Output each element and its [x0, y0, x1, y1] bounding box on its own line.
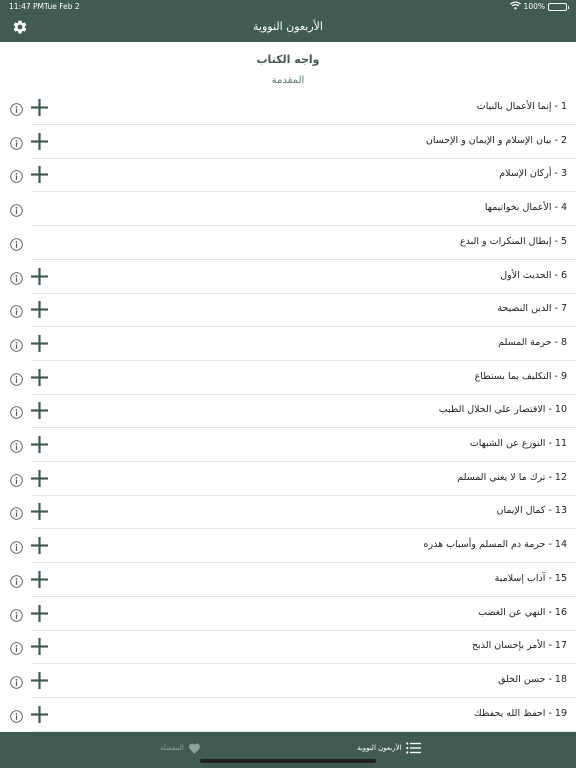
hadith-title: 13 - كمال الإيمان — [496, 505, 567, 517]
tab-forty-hadith-label: الأربعون النووية — [357, 744, 402, 752]
hadith-title: 3 - أركان الإسلام — [499, 168, 567, 180]
section-title: واجه الكتاب — [256, 53, 320, 66]
status-date: Tue Feb 2 — [44, 2, 80, 11]
hadith-title: 8 - حرمة المسلم — [498, 336, 567, 348]
hadith-title: 16 - النهي عن الغضب — [478, 606, 567, 618]
info-icon[interactable] — [10, 505, 23, 521]
info-icon[interactable] — [10, 135, 23, 150]
info-icon[interactable] — [10, 674, 23, 689]
info-icon[interactable] — [10, 404, 23, 420]
add-icon[interactable] — [30, 132, 49, 151]
hadith-title: 6 - الحديث الأول — [500, 269, 567, 281]
add-icon[interactable] — [30, 98, 49, 117]
hadith-title: 5 - إبطال المنكرات و البدع — [459, 235, 567, 247]
hadith-row[interactable]: 4 - الأعمال بخواتيمها — [0, 192, 576, 227]
hadith-row[interactable]: 17 - الأمر بإحسان الذبح — [0, 630, 576, 665]
nav-title: الأربعون النووية — [253, 20, 323, 33]
add-icon[interactable] — [30, 536, 49, 555]
hadith-title: 14 - حرمة دم المسلم وأسباب هدره — [423, 539, 567, 551]
tab-favorites[interactable]: المفضلة — [160, 738, 201, 758]
battery-icon — [548, 2, 569, 11]
hadith-title: 11 - التورع عن الشبهات — [469, 438, 567, 449]
info-icon[interactable] — [10, 270, 23, 285]
info-icon[interactable] — [10, 438, 23, 453]
hadith-row[interactable]: 12 - ترك ما لا يعني المسلم — [0, 462, 576, 496]
status-time: 11:47 PM — [9, 2, 44, 11]
hadith-row[interactable]: 19 - احفظ الله يحفظك — [0, 698, 576, 732]
add-icon[interactable] — [30, 435, 49, 454]
info-icon[interactable] — [10, 640, 23, 655]
add-icon[interactable] — [30, 401, 49, 420]
battery-percent: 100% — [523, 2, 545, 11]
hadith-title: 7 - الدين النصيحة — [497, 303, 567, 315]
list-icon — [405, 742, 421, 754]
add-icon[interactable] — [30, 637, 49, 656]
hadith-row[interactable]: 3 - أركان الإسلام — [0, 158, 576, 193]
hadith-row[interactable]: 13 - كمال الإيمان — [0, 495, 576, 530]
status-right: 100% — [509, 1, 569, 12]
hadith-row[interactable]: 5 - إبطال المنكرات و البدع — [0, 226, 576, 260]
info-icon[interactable] — [10, 539, 23, 554]
hadith-row[interactable]: 1 - إنما الأعمال بالنيات — [0, 91, 576, 125]
hadith-list-view[interactable]: واجه الكتاب المقدمة 1 - إنما الأعمال بال… — [0, 42, 576, 732]
add-icon[interactable] — [30, 368, 49, 387]
hadith-title: 10 - الاقتصار علي الحلال الطيب — [438, 404, 567, 416]
hadith-title: 18 - حسن الخلق — [498, 673, 567, 685]
hadith-row[interactable]: 14 - حرمة دم المسلم وأسباب هدره — [0, 529, 576, 564]
hadith-title: 4 - الأعمال بخواتيمها — [484, 202, 567, 214]
info-icon[interactable] — [10, 202, 23, 217]
add-icon[interactable] — [30, 502, 49, 521]
info-icon[interactable] — [10, 607, 23, 622]
add-icon[interactable] — [30, 570, 49, 589]
hadith-row[interactable]: 2 - بيان الإسلام و الإيمان و الإحسان — [0, 125, 576, 159]
info-icon[interactable] — [10, 573, 23, 588]
add-icon[interactable] — [30, 165, 49, 184]
hadith-row[interactable]: 15 - آداب إسلامية — [0, 563, 576, 597]
hadith-title: 2 - بيان الإسلام و الإيمان و الإحسان — [425, 134, 567, 146]
hadith-row[interactable]: 16 - النهي عن الغضب — [0, 597, 576, 631]
add-icon[interactable] — [30, 469, 49, 488]
wifi-icon — [509, 1, 521, 12]
hadith-row[interactable]: 11 - التورع عن الشبهات — [0, 428, 576, 462]
hadith-row[interactable]: 10 - الاقتصار علي الحلال الطيب — [0, 394, 576, 429]
add-icon[interactable] — [30, 334, 49, 353]
tab-forty-hadith[interactable]: الأربعون النووية — [357, 738, 421, 758]
info-icon[interactable] — [10, 168, 23, 184]
status-bar: 11:47 PM Tue Feb 2 100% — [0, 0, 576, 13]
home-indicator — [200, 759, 376, 763]
hadith-row[interactable]: 18 - حسن الخلق — [0, 664, 576, 698]
info-icon[interactable] — [10, 303, 23, 318]
hadith-row[interactable]: 7 - الدين النصيحة — [0, 293, 576, 328]
hadith-row[interactable]: 8 - حرمة المسلم — [0, 327, 576, 361]
info-icon[interactable] — [10, 236, 23, 251]
info-icon[interactable] — [10, 337, 23, 352]
hadith-title: 15 - آداب إسلامية — [494, 572, 567, 584]
hadith-title: 1 - إنما الأعمال بالنيات — [476, 101, 567, 112]
hadith-title: 12 - ترك ما لا يعني المسلم — [457, 471, 567, 483]
add-icon[interactable] — [30, 300, 49, 319]
info-icon[interactable] — [10, 101, 23, 116]
add-icon[interactable] — [30, 267, 49, 286]
hadith-row[interactable]: 9 - التكليف بما يستطاع — [0, 361, 576, 395]
hadith-title: 19 - احفظ الله يحفظك — [473, 707, 567, 719]
nav-bar: الأربعون النووية — [0, 13, 576, 42]
add-icon[interactable] — [30, 705, 49, 724]
heart-icon — [188, 743, 200, 754]
info-icon[interactable] — [10, 371, 23, 386]
info-icon[interactable] — [10, 708, 23, 723]
hadith-row[interactable]: 6 - الحديث الأول — [0, 260, 576, 294]
hadith-title: 17 - الأمر بإحسان الذبح — [471, 640, 567, 652]
hadith-title: 9 - التكليف بما يستطاع — [474, 370, 567, 382]
add-icon[interactable] — [30, 671, 49, 690]
info-icon[interactable] — [10, 472, 23, 487]
section-subtitle: المقدمة — [271, 75, 305, 86]
add-icon[interactable] — [30, 604, 49, 623]
tab-favorites-label: المفضلة — [160, 744, 184, 752]
